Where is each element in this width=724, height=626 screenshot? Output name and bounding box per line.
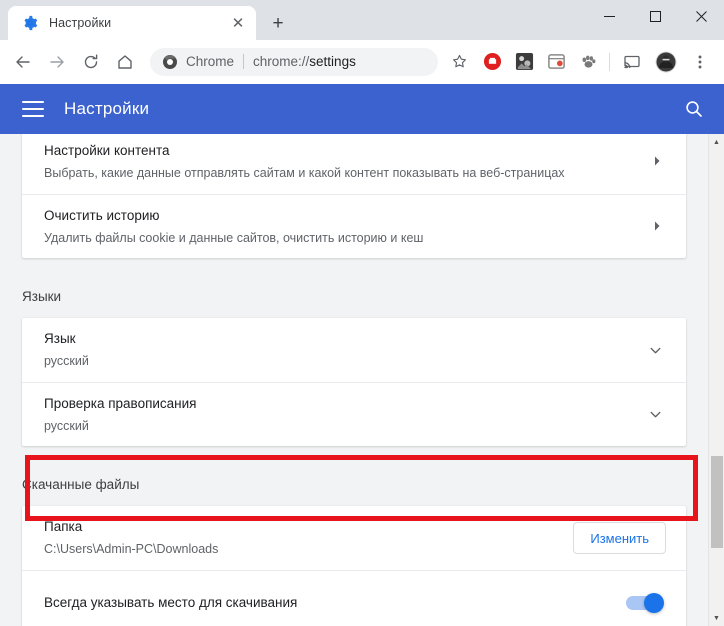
download-folder-row: Папка C:\Users\Admin-PC\Downloads Измени…	[22, 506, 686, 570]
omnibox-divider	[243, 54, 245, 69]
row-title: Всегда указывать место для скачивания	[44, 594, 298, 610]
change-folder-button[interactable]: Изменить	[573, 522, 666, 554]
url-path: settings	[309, 54, 356, 69]
profile-avatar[interactable]	[651, 47, 681, 77]
privacy-card: Настройки контента Выбрать, какие данные…	[22, 134, 686, 258]
row-texts: Настройки контента Выбрать, какие данные…	[44, 141, 646, 183]
chevron-down-icon[interactable]	[646, 407, 664, 422]
browser-toolbar: Chrome chrome://settings	[0, 40, 724, 84]
row-subtitle: русский	[44, 354, 89, 368]
url-scheme: chrome://	[253, 54, 310, 69]
security-label: Chrome	[186, 54, 235, 69]
url-text: chrome://settings	[253, 54, 428, 69]
browser-menu-icon[interactable]	[685, 47, 715, 77]
paw-extension-icon[interactable]	[575, 49, 601, 75]
page-title: Настройки	[64, 99, 150, 118]
search-icon[interactable]	[682, 97, 706, 121]
tab-strip: Настройки ✕ +	[0, 0, 724, 40]
downloads-card: Папка C:\Users\Admin-PC\Downloads Измени…	[22, 506, 686, 626]
bookmark-star-icon[interactable]	[444, 47, 474, 77]
address-bar[interactable]: Chrome chrome://settings	[150, 47, 438, 76]
row-subtitle: Удалить файлы cookie и данные сайтов, оч…	[44, 230, 424, 245]
new-tab-button[interactable]: +	[264, 9, 292, 37]
gear-icon	[22, 15, 38, 31]
puzzle-extension-icon[interactable]	[511, 49, 537, 75]
language-row[interactable]: Язык русский	[22, 318, 686, 382]
settings-content: Настройки контента Выбрать, какие данные…	[0, 134, 708, 626]
clear-history-row[interactable]: Очистить историю Удалить файлы cookie и …	[22, 194, 686, 258]
settings-header: Настройки	[0, 84, 724, 134]
row-title: Проверка правописания	[44, 395, 197, 411]
scroll-down-icon[interactable]: ▼	[709, 610, 724, 626]
row-title: Язык	[44, 331, 76, 346]
back-icon[interactable]	[8, 47, 38, 77]
row-title: Настройки контента	[44, 143, 170, 158]
row-texts: Очистить историю Удалить файлы cookie и …	[44, 206, 646, 248]
row-texts: Язык русский	[44, 329, 646, 371]
row-subtitle: C:\Users\Admin-PC\Downloads	[44, 542, 219, 556]
cast-icon[interactable]	[617, 47, 647, 77]
close-icon[interactable]: ✕	[228, 13, 248, 33]
downloads-section-title: Скачанные файлы	[22, 477, 140, 492]
row-texts: Папка C:\Users\Admin-PC\Downloads	[44, 517, 555, 559]
row-title: Папка	[44, 519, 83, 534]
maximize-icon[interactable]	[632, 0, 678, 32]
reload-icon[interactable]	[76, 47, 106, 77]
ask-where-to-save-row: Всегда указывать место для скачивания	[22, 570, 686, 626]
minimize-icon[interactable]	[586, 0, 632, 32]
chevron-right-icon	[646, 220, 662, 234]
browser-tab-settings[interactable]: Настройки ✕	[8, 6, 256, 40]
languages-card: Язык русский Проверка правописания русск…	[22, 318, 686, 446]
window-extension-icon[interactable]	[543, 49, 569, 75]
close-window-icon[interactable]	[678, 0, 724, 32]
window-controls	[586, 0, 724, 32]
row-texts: Всегда указывать место для скачивания	[44, 593, 626, 613]
content-settings-row[interactable]: Настройки контента Выбрать, какие данные…	[22, 134, 686, 194]
tab-title: Настройки	[49, 16, 112, 30]
chevron-right-icon	[646, 155, 662, 169]
row-texts: Проверка правописания русский	[44, 394, 646, 436]
spellcheck-row[interactable]: Проверка правописания русский	[22, 382, 686, 446]
adblock-extension-icon[interactable]	[479, 49, 505, 75]
ask-where-to-save-toggle[interactable]	[626, 592, 664, 613]
row-subtitle: Выбрать, какие данные отправлять сайтам …	[44, 166, 565, 180]
forward-icon[interactable]	[42, 47, 72, 77]
scroll-up-icon[interactable]: ▲	[709, 134, 724, 150]
menu-icon[interactable]	[22, 101, 44, 117]
chevron-down-icon[interactable]	[646, 343, 664, 358]
languages-section-title: Языки	[22, 289, 62, 304]
scrollbar-thumb[interactable]	[711, 456, 723, 548]
chrome-shield-icon	[162, 54, 178, 70]
row-subtitle: русский	[44, 418, 89, 433]
page-scrollbar[interactable]: ▲ ▼	[708, 134, 724, 626]
row-title: Очистить историю	[44, 207, 160, 223]
home-icon[interactable]	[110, 47, 140, 77]
settings-body: Настройки контента Выбрать, какие данные…	[0, 134, 724, 626]
toolbar-divider	[609, 52, 610, 71]
